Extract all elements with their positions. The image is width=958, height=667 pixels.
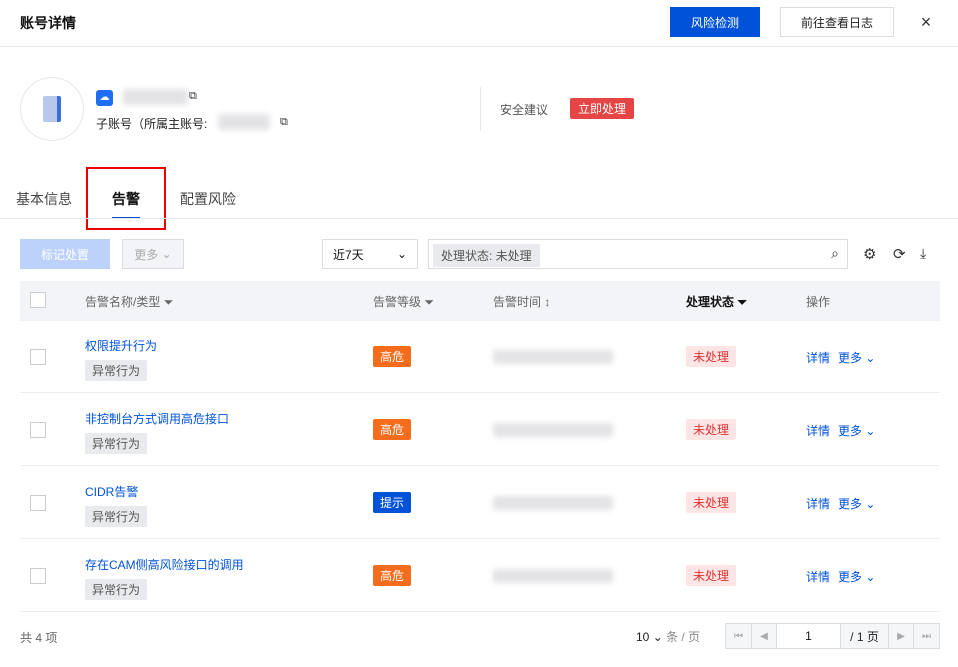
tab-config-risk[interactable]: 配置风险 <box>180 189 236 209</box>
row-bg <box>20 393 940 466</box>
col-label: 处理状态 <box>686 295 735 309</box>
time-range-select[interactable]: 近7天 ⌄ <box>322 239 418 269</box>
detail-link[interactable]: 详情 <box>806 495 830 512</box>
gear-icon[interactable]: ⚙ <box>863 245 876 263</box>
col-level[interactable]: 告警等级 ⏷ <box>373 293 434 310</box>
range-label: 近7天 <box>333 247 364 262</box>
row-checkbox[interactable] <box>30 495 46 511</box>
row-bg <box>20 539 940 612</box>
total-pages: / 1 页 <box>840 623 889 649</box>
view-logs-button[interactable]: 前往查看日志 <box>780 7 894 37</box>
row-checkbox[interactable] <box>30 422 46 438</box>
alert-name-link[interactable]: 权限提升行为 <box>85 337 157 354</box>
alert-type-tag: 异常行为 <box>85 433 148 454</box>
main-account-id <box>218 114 270 130</box>
divider <box>480 87 481 131</box>
page-size-select[interactable]: 10 ⌄ 条 / 页 <box>636 628 700 645</box>
col-label: 告警时间 <box>493 295 542 309</box>
advice-label: 安全建议 <box>500 103 549 117</box>
page-input[interactable]: 1 <box>776 623 841 649</box>
alert-type-tag: 异常行为 <box>85 579 148 600</box>
select-all-checkbox[interactable] <box>30 292 46 308</box>
search-icon[interactable]: ⌕ <box>831 245 839 262</box>
chevron-down-icon: ⌄ <box>396 247 407 261</box>
level-badge: 高危 <box>373 565 412 586</box>
alert-name-link[interactable]: 非控制台方式调用高危接口 <box>85 410 229 427</box>
level-badge: 高危 <box>373 346 412 367</box>
cloud-icon: ☁ <box>96 90 113 106</box>
more-label: 更多 <box>134 247 159 262</box>
col-actions: 操作 <box>806 295 831 309</box>
col-label: 告警等级 <box>373 295 422 309</box>
sort-icon[interactable]: ↕ <box>544 295 550 309</box>
prev-page-icon[interactable]: ◀ <box>751 623 777 649</box>
per-page-label: 条 / 页 <box>666 630 701 644</box>
search-input[interactable]: 处理状态: 未处理 ⌕ <box>428 239 848 269</box>
last-page-icon[interactable]: ⏭ <box>913 623 940 649</box>
col-status[interactable]: 处理状态 ⏷ <box>686 293 747 310</box>
level-badge: 提示 <box>373 492 412 513</box>
alert-time <box>493 423 613 437</box>
alert-type-tag: 异常行为 <box>85 360 148 381</box>
more-menu[interactable]: 更多 ⌄ <box>838 349 875 366</box>
copy-icon[interactable]: ⧉ <box>189 90 197 103</box>
alert-name-link[interactable]: CIDR告警 <box>85 483 138 500</box>
alert-time <box>493 350 613 364</box>
status-badge: 未处理 <box>686 346 737 367</box>
row-bg <box>20 466 940 539</box>
col-time[interactable]: 告警时间 ↕ <box>493 293 550 310</box>
total-count: 共 4 项 <box>20 631 58 645</box>
more-menu[interactable]: 更多 ⌄ <box>838 422 875 439</box>
alert-time <box>493 569 613 583</box>
copy-icon[interactable]: ⧉ <box>280 116 288 129</box>
row-bg <box>20 320 940 393</box>
tabs-divider <box>0 218 958 219</box>
row-checkbox[interactable] <box>30 568 46 584</box>
status-badge: 未处理 <box>686 492 737 513</box>
alert-type-tag: 异常行为 <box>85 506 148 527</box>
filter-icon[interactable]: ⏷ <box>737 295 747 309</box>
refresh-icon[interactable]: ⟳ <box>893 245 906 263</box>
detail-link[interactable]: 详情 <box>806 422 830 439</box>
alert-name-link[interactable]: 存在CAM侧高风险接口的调用 <box>85 556 244 573</box>
tab-basic-info[interactable]: 基本信息 <box>16 189 72 209</box>
sub-account-label: 子账号（所属主账号: <box>96 117 208 131</box>
col-label: 告警名称/类型 <box>85 295 161 309</box>
handle-now-button[interactable]: 立即处理 <box>570 98 634 119</box>
more-menu[interactable]: 更多 ⌄ <box>838 495 875 512</box>
filter-icon[interactable]: ⏷ <box>164 295 174 309</box>
more-button[interactable]: 更多 ⌄ <box>122 239 184 269</box>
page-size: 10 <box>636 630 650 644</box>
page-title: 账号详情 <box>20 15 76 31</box>
account-name <box>123 89 188 105</box>
filter-tag[interactable]: 处理状态: 未处理 <box>433 244 540 267</box>
col-name[interactable]: 告警名称/类型 ⏷ <box>85 293 173 310</box>
first-page-icon[interactable]: ⏮ <box>725 623 752 649</box>
status-badge: 未处理 <box>686 419 737 440</box>
download-icon[interactable]: ⤓ <box>920 245 926 262</box>
next-page-icon[interactable]: ▶ <box>888 623 914 649</box>
status-badge: 未处理 <box>686 565 737 586</box>
row-checkbox[interactable] <box>30 349 46 365</box>
mark-handled-button[interactable]: 标记处置 <box>20 239 110 269</box>
user-icon <box>43 96 61 122</box>
close-icon[interactable]: × <box>914 10 938 34</box>
highlight-box <box>86 167 166 230</box>
alert-time <box>493 496 613 510</box>
detail-link[interactable]: 详情 <box>806 349 830 366</box>
level-badge: 高危 <box>373 419 412 440</box>
avatar <box>20 77 84 141</box>
detail-link[interactable]: 详情 <box>806 568 830 585</box>
more-menu[interactable]: 更多 ⌄ <box>838 568 875 585</box>
risk-check-button[interactable]: 风险检测 <box>670 7 760 37</box>
filter-icon[interactable]: ⏷ <box>424 295 434 309</box>
